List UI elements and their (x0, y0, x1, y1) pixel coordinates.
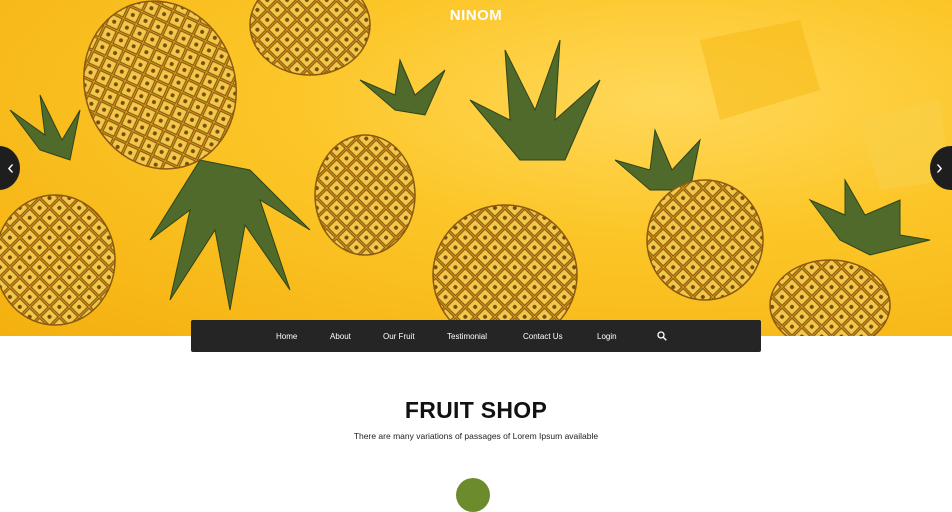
chevron-right-icon: › (936, 156, 943, 179)
section-subtitle: There are many variations of passages of… (353, 431, 599, 441)
search-icon[interactable] (657, 331, 667, 341)
nav-item-our-fruit[interactable]: Our Fruit (383, 332, 415, 341)
nav-item-login[interactable]: Login (597, 332, 617, 341)
nav-item-home[interactable]: Home (276, 332, 297, 341)
nav-item-testimonial[interactable]: Testimonial (447, 332, 487, 341)
hero-slider: NINOM ‹ › (0, 0, 952, 336)
nav-item-about[interactable]: About (330, 332, 351, 341)
brand-logo[interactable]: NINOM (0, 7, 952, 24)
fruit-thumbnail (456, 478, 490, 512)
nav-item-contact-us[interactable]: Contact Us (523, 332, 563, 341)
chevron-left-icon: ‹ (7, 156, 14, 179)
main-nav: Home About Our Fruit Testimonial Contact… (191, 320, 761, 352)
section-title: FRUIT SHOP (404, 397, 548, 423)
pineapples-image (0, 0, 950, 336)
